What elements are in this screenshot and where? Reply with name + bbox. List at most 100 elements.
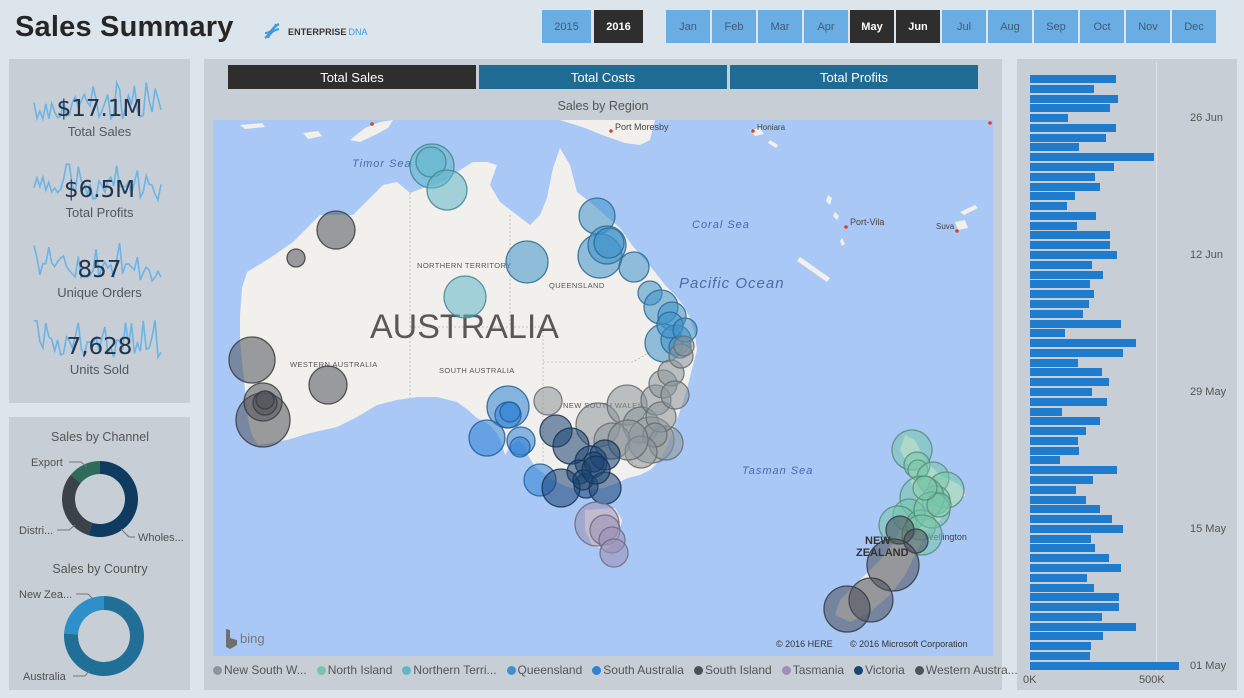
bubble-south-australia[interactable] [468, 419, 506, 457]
bar-20-may[interactable] [1030, 475, 1094, 484]
bar-31-may[interactable] [1030, 368, 1103, 377]
month-button-aug[interactable]: Aug [988, 10, 1032, 43]
bar-05-may[interactable] [1030, 622, 1137, 631]
bar-08-may[interactable] [1030, 593, 1119, 602]
bubble-queensland[interactable] [618, 251, 650, 283]
bubble-western-austra[interactable] [308, 365, 348, 405]
bar-07-may[interactable] [1030, 603, 1119, 611]
donut-slice-new-zea[interactable] [64, 596, 104, 635]
legend-item-new-south-w[interactable]: New South W... [213, 663, 307, 677]
bar-06-jun[interactable] [1030, 309, 1083, 318]
year-button-2015[interactable]: 2015 [542, 10, 591, 43]
month-button-feb[interactable]: Feb [712, 10, 756, 43]
bar-03-may[interactable] [1030, 642, 1092, 651]
bubble-western-austra[interactable] [255, 390, 275, 410]
legend-item-western-austra[interactable]: Western Austra... [914, 663, 1018, 677]
bubble-victoria[interactable] [581, 455, 611, 485]
legend-item-victoria[interactable]: Victoria [854, 663, 905, 677]
bubble-tasmania[interactable] [599, 538, 629, 568]
bar-17-jun[interactable] [1030, 202, 1067, 211]
bubble-south-australia[interactable] [499, 401, 521, 423]
tab-total-costs[interactable]: Total Costs [479, 65, 727, 89]
bar-07-jun[interactable] [1030, 299, 1089, 308]
bar-27-jun[interactable] [1030, 104, 1110, 113]
sales-by-region-map[interactable]: Timor Sea Port Moresby Honiara Coral Sea… [213, 120, 993, 656]
bar-19-may[interactable] [1030, 485, 1077, 494]
bar-14-may[interactable] [1030, 534, 1092, 543]
month-button-apr[interactable]: Apr [804, 10, 848, 43]
legend-item-south-island[interactable]: South Island [693, 663, 772, 677]
bar-26-jun[interactable] [1030, 114, 1069, 123]
bar-12-jun[interactable] [1030, 251, 1118, 259]
bar-05-jun[interactable] [1030, 319, 1121, 328]
bar-01-jun[interactable] [1030, 358, 1078, 367]
bar-24-jun[interactable] [1030, 133, 1106, 142]
bar-20-jun[interactable] [1030, 172, 1095, 181]
bubble-queensland[interactable] [505, 240, 549, 284]
bar-25-jun[interactable] [1030, 123, 1116, 132]
bar-09-jun[interactable] [1030, 280, 1090, 289]
bar-26-may[interactable] [1030, 417, 1101, 426]
bar-03-jun[interactable] [1030, 339, 1136, 347]
bar-11-may[interactable] [1030, 563, 1122, 572]
bar-18-may[interactable] [1030, 495, 1086, 504]
bubble-western-austra[interactable] [286, 248, 306, 268]
bar-22-jun[interactable] [1030, 153, 1154, 162]
bubble-south-island[interactable] [823, 585, 871, 633]
bar-11-jun[interactable] [1030, 260, 1092, 269]
bubble-new-south-w[interactable] [673, 335, 695, 357]
bar-16-may[interactable] [1030, 515, 1113, 523]
bubble-new-south-w[interactable] [533, 386, 563, 416]
bar-10-jun[interactable] [1030, 270, 1104, 279]
tab-total-sales[interactable]: Total Sales [228, 65, 476, 89]
legend-item-northern-terri[interactable]: Northern Terri... [402, 663, 497, 677]
bar-02-jun[interactable] [1030, 348, 1124, 357]
legend-item-queensland[interactable]: Queensland [506, 663, 582, 677]
month-button-jul[interactable]: Jul [942, 10, 986, 43]
bar-25-may[interactable] [1030, 427, 1087, 435]
bar-16-jun[interactable] [1030, 211, 1096, 220]
legend-item-south-australia[interactable]: South Australia [592, 663, 684, 677]
bar-30-may[interactable] [1030, 378, 1109, 387]
month-button-oct[interactable]: Oct [1080, 10, 1124, 43]
bar-21-may[interactable] [1030, 466, 1117, 475]
bubble-new-south-w[interactable] [660, 380, 690, 410]
bar-13-may[interactable] [1030, 544, 1096, 553]
bar-19-jun[interactable] [1030, 182, 1101, 191]
bar-23-jun[interactable] [1030, 143, 1080, 152]
month-button-may[interactable]: May [850, 10, 894, 43]
bar-28-jun[interactable] [1030, 94, 1119, 103]
bar-12-may[interactable] [1030, 554, 1109, 563]
bubble-western-austra[interactable] [316, 210, 356, 250]
bubble-northern-terri[interactable] [426, 169, 468, 211]
legend-item-tasmania[interactable]: Tasmania [781, 663, 844, 677]
bubble-western-austra[interactable] [228, 336, 276, 384]
bar-17-may[interactable] [1030, 505, 1101, 514]
bar-01-may[interactable] [1030, 661, 1179, 670]
bar-06-may[interactable] [1030, 612, 1103, 621]
bar-28-may[interactable] [1030, 397, 1107, 406]
bar-04-jun[interactable] [1030, 329, 1066, 338]
bubble-north-island[interactable] [912, 475, 938, 501]
bar-02-may[interactable] [1030, 651, 1090, 660]
bar-18-jun[interactable] [1030, 192, 1076, 201]
bubble-northern-terri[interactable] [443, 275, 487, 319]
tab-total-profits[interactable]: Total Profits [730, 65, 978, 89]
bar-29-jun[interactable] [1030, 84, 1095, 93]
bar-15-jun[interactable] [1030, 221, 1078, 230]
month-button-mar[interactable]: Mar [758, 10, 802, 43]
donut-slice-distri[interactable] [62, 474, 93, 536]
month-button-dec[interactable]: Dec [1172, 10, 1216, 43]
bubble-south-australia[interactable] [509, 436, 531, 458]
bar-13-jun[interactable] [1030, 241, 1110, 250]
bar-27-may[interactable] [1030, 407, 1063, 416]
legend-item-north-island[interactable]: North Island [316, 663, 392, 677]
bar-23-may[interactable] [1030, 446, 1079, 455]
month-button-sep[interactable]: Sep [1034, 10, 1078, 43]
month-button-jun[interactable]: Jun [896, 10, 940, 43]
month-button-jan[interactable]: Jan [666, 10, 710, 43]
bar-14-jun[interactable] [1030, 231, 1111, 240]
bubble-queensland[interactable] [593, 227, 625, 259]
bar-15-may[interactable] [1030, 524, 1123, 533]
map-canvas[interactable]: Timor Sea Port Moresby Honiara Coral Sea… [213, 120, 993, 656]
